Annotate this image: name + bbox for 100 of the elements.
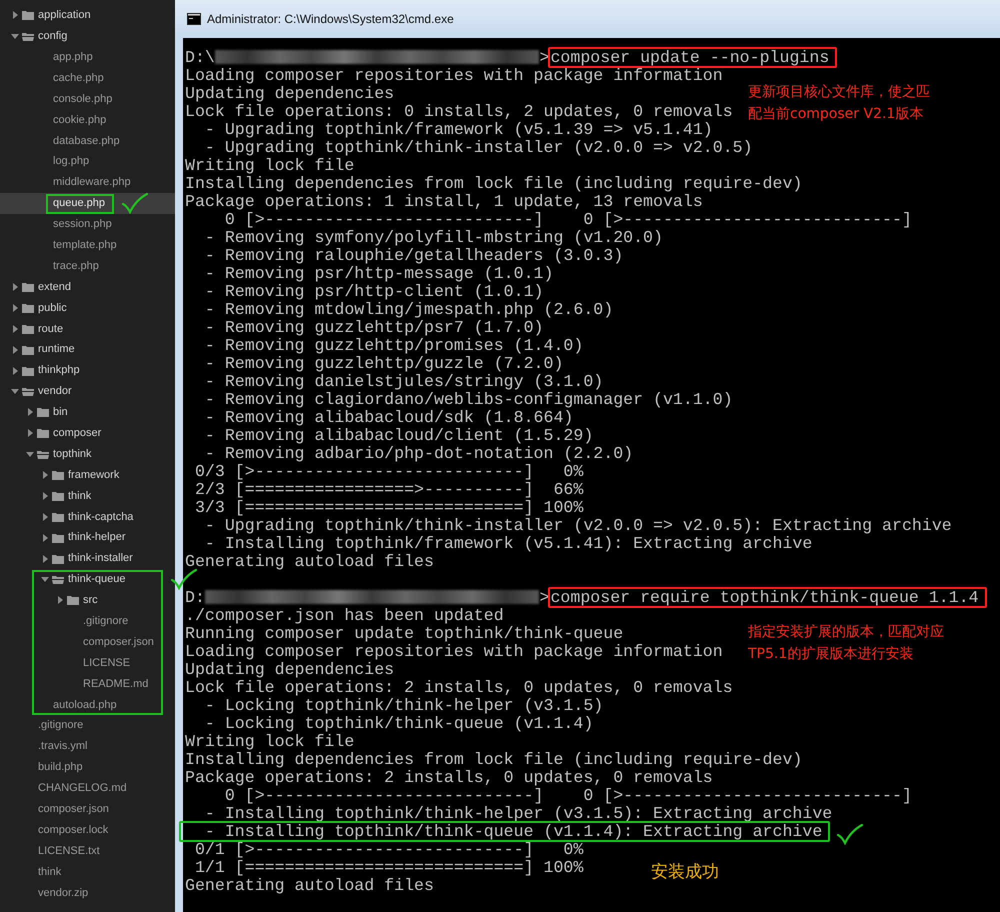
console-line: - Removing alibabacloud/sdk (1.8.664)	[204, 408, 574, 427]
expand-arrow-icon	[42, 512, 48, 521]
tree-item[interactable]: trace.php	[0, 256, 175, 277]
expand-arrow-icon	[12, 366, 18, 375]
tree-item[interactable]: extend	[0, 276, 175, 298]
expand-arrow-icon	[26, 429, 34, 438]
console-line: - Removing psr/http-message (1.0.1)	[204, 264, 554, 283]
tree-item[interactable]: vendor.zip	[0, 882, 175, 904]
folder-icon	[36, 427, 50, 440]
expand-arrow-icon	[26, 408, 34, 416]
annotation-text: 安装成功	[651, 861, 719, 883]
folder-icon	[21, 344, 35, 356]
console-line: - Removing guzzlehttp/psr7 (1.7.0)	[204, 318, 544, 337]
tree-item[interactable]: CHANGELOG.md	[0, 778, 175, 799]
tree-item[interactable]: think-queue	[0, 569, 175, 590]
tree-item[interactable]: src	[0, 590, 175, 611]
tree-item[interactable]: config	[0, 26, 175, 47]
prompt-text: D:	[185, 588, 205, 607]
tree-item[interactable]: middleware.php	[0, 172, 175, 194]
tree-item[interactable]: composer.json	[0, 798, 175, 820]
console-line: Generating autoload files	[185, 876, 434, 895]
tree-item[interactable]: LICENSE.txt	[0, 840, 175, 862]
folder-icon	[21, 302, 35, 314]
console-line: 0 [>---------------------------] 0 [>----------------------------]	[224, 786, 912, 805]
expand-arrow-icon	[42, 534, 48, 542]
tree-item[interactable]: application	[0, 5, 175, 26]
tree-item[interactable]: template.php	[0, 234, 175, 256]
command-text: composer require topthink/think-queue 1.1.4	[548, 587, 987, 608]
tree-item[interactable]: session.php	[0, 214, 175, 235]
collapse-arrow-icon	[11, 32, 19, 40]
tree-item[interactable]: thinkphp	[0, 360, 175, 382]
console-line: - Removing clagiordano/weblibs-configmanager (v1.1.0)	[204, 390, 733, 409]
tree-item[interactable]: think-installer	[0, 548, 175, 570]
console-line: Running composer update topthink/think-queue	[185, 624, 624, 643]
console-line: 0/3 [>---------------------------] 0%	[194, 462, 584, 481]
collapse-arrow-icon	[26, 450, 34, 458]
tree-item[interactable]: .gitignore	[0, 610, 175, 632]
annotation-text: 更新项目核心文件库，使之匹	[748, 83, 930, 102]
tree-item[interactable]: public	[0, 297, 175, 318]
tree-item[interactable]: bin	[0, 402, 175, 423]
console-line: - Removing psr/http-client (1.0.1)	[204, 282, 544, 301]
console-line: Writing lock file	[185, 156, 354, 175]
console-line: Generating autoload files	[185, 552, 434, 571]
console-line: Loading composer repositories with package information	[185, 66, 723, 85]
console-line: - Installing topthink/framework (v5.1.41): Extracting archive	[204, 534, 812, 553]
console-line: - Removing danielstjules/stringy (3.1.0)	[204, 372, 604, 391]
console-line: - Removing guzzlehttp/guzzle (7.2.0)	[204, 354, 564, 373]
window-title: Administrator: C:\Windows\System32\cmd.exe	[207, 11, 454, 28]
tree-item[interactable]: think	[0, 485, 175, 506]
tree-item[interactable]: topthink	[0, 444, 175, 465]
tree-item[interactable]: log.php	[0, 151, 175, 172]
prompt-text: D:\	[185, 48, 215, 67]
tree-item[interactable]: runtime	[0, 339, 175, 360]
expand-arrow-icon	[42, 492, 48, 500]
expand-arrow-icon	[12, 304, 18, 312]
tree-item[interactable]: think-helper	[0, 527, 175, 548]
tree-item[interactable]: build.php	[0, 757, 175, 778]
console-line: 0/1 [>---------------------------] 0%	[194, 840, 584, 859]
folder-icon	[21, 9, 35, 22]
console-line: - Upgrading topthink/framework (v5.1.39 => v5.1.41)	[204, 120, 713, 139]
tree-item[interactable]: vendor	[0, 381, 175, 402]
tree-item[interactable]: think-captcha	[0, 506, 175, 528]
tree-item[interactable]: think	[0, 862, 175, 882]
folder-icon	[21, 281, 35, 294]
tree-item[interactable]: route	[0, 318, 175, 340]
console-line: Lock file operations: 2 installs, 0 updates, 0 removals	[185, 678, 733, 697]
tree-item[interactable]: composer	[0, 422, 175, 444]
expand-arrow-icon	[12, 283, 18, 292]
tree-item[interactable]: .travis.yml	[0, 736, 175, 758]
open-folder-icon	[51, 573, 65, 586]
console-line: Package operations: 1 install, 1 update, 13 removals	[185, 192, 703, 211]
annotation-text: 配当前composer V2.1版本	[748, 105, 924, 124]
console-line: - Locking topthink/think-queue (v1.1.4)	[204, 714, 594, 733]
tree-item[interactable]: app.php	[0, 46, 175, 68]
tree-item[interactable]: console.php	[0, 88, 175, 110]
folder-icon	[51, 552, 65, 565]
tree-item[interactable]: cache.php	[0, 68, 175, 89]
tree-item[interactable]: LICENSE	[0, 652, 175, 674]
tree-item[interactable]: framework	[0, 464, 175, 486]
tree-item[interactable]: .gitignore	[0, 715, 175, 736]
console-line: - Locking topthink/think-helper (v3.1.5)	[204, 696, 604, 715]
console-line: Installing dependencies from lock file (including require-dev)	[185, 174, 802, 193]
tree-item[interactable]: composer.json	[0, 632, 175, 653]
expand-arrow-icon	[42, 554, 48, 563]
collapse-arrow-icon	[41, 576, 49, 583]
folder-icon	[51, 490, 65, 502]
console-line: Package operations: 2 installs, 0 updates, 0 removals	[185, 768, 713, 787]
tree-item[interactable]: database.php	[0, 130, 175, 152]
console-line: - Removing symfony/polyfill-mbstring (v1.20.0)	[204, 228, 663, 247]
tree-item[interactable]: README.md	[0, 674, 175, 694]
tree-item[interactable]: composer.lock	[0, 820, 175, 841]
folder-icon	[21, 364, 35, 377]
collapse-arrow-icon	[11, 388, 19, 395]
console-line: Writing lock file	[185, 732, 354, 751]
tree-item[interactable]: cookie.php	[0, 109, 175, 130]
console-line: Installing dependencies from lock file (including require-dev)	[185, 750, 802, 769]
folder-icon	[51, 532, 65, 544]
console-line: ./composer.json has been updated	[185, 606, 504, 625]
annotation-text: TP5.1的扩展版本进行安装	[748, 645, 914, 664]
tree-item[interactable]: autoload.php	[0, 694, 175, 716]
